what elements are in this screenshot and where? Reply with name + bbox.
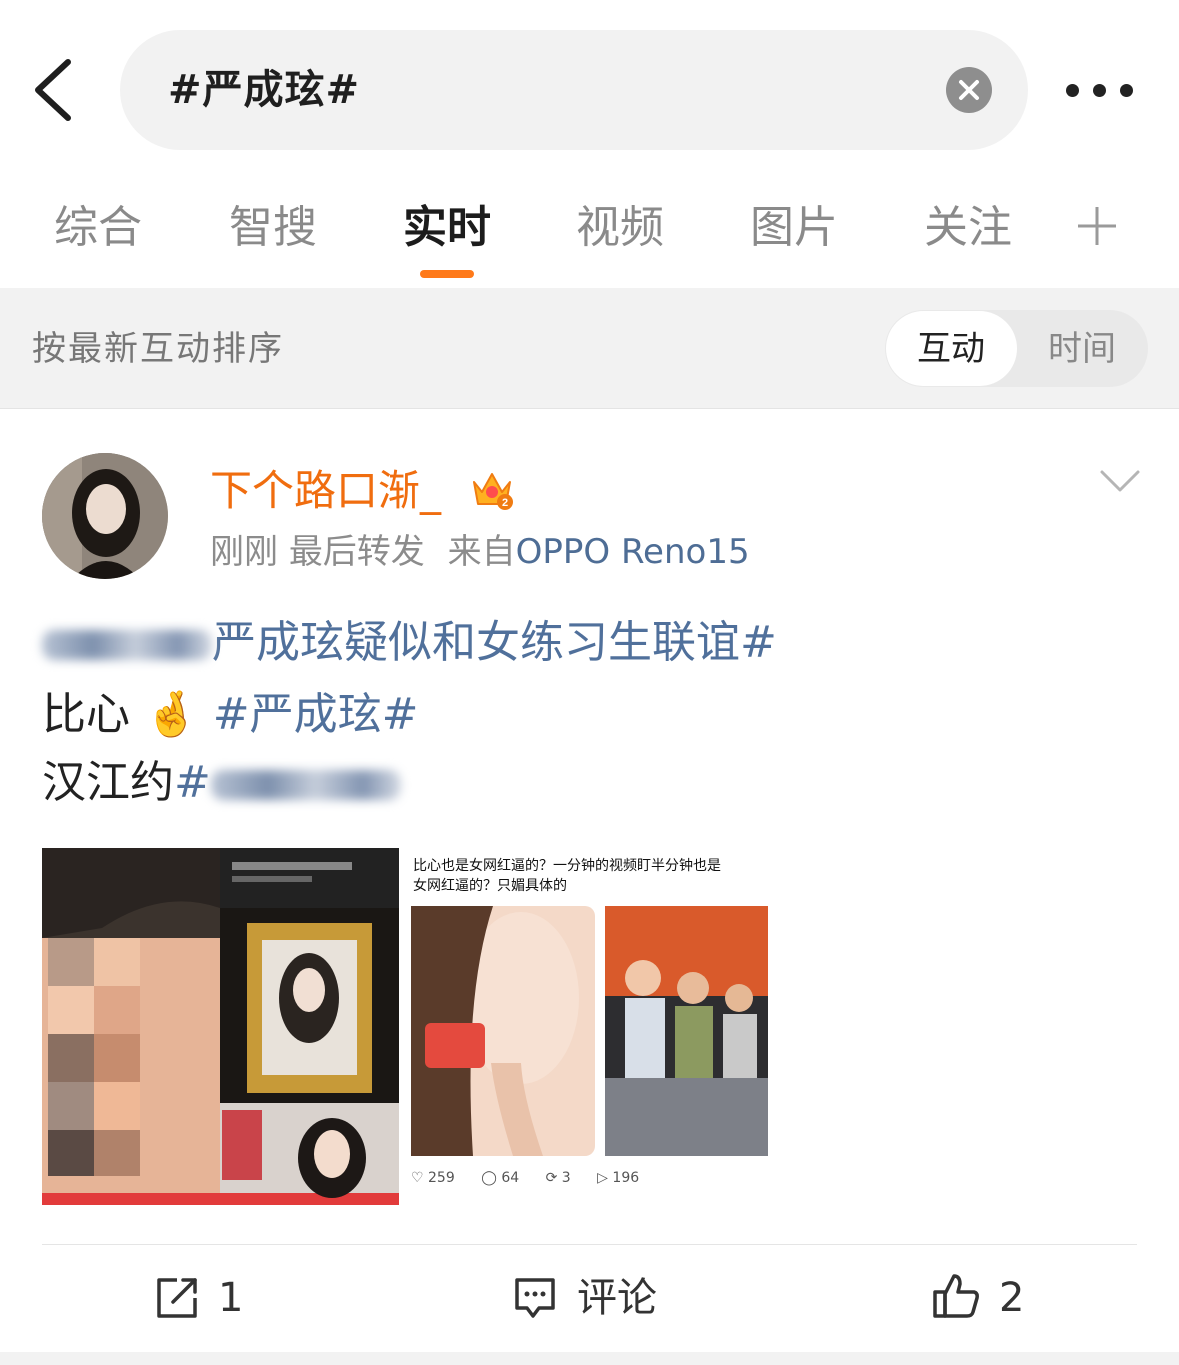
avatar[interactable] (42, 453, 168, 579)
username[interactable]: 下个路口渐_ (210, 462, 441, 520)
source-prefix: 来自 (447, 532, 516, 572)
sort-label: 按最新互动排序 (32, 329, 284, 369)
post-image-1[interactable] (42, 848, 399, 1205)
image-comment-icon: ◯ (481, 1170, 497, 1186)
post-image-2[interactable]: 比心也是女网红逼的？一分钟的视频盯半分钟也是 女网红逼的？只媚具体的 ♡ 259… (403, 848, 770, 1205)
sort-option-interaction[interactable]: 互动 (917, 326, 985, 372)
image-repost-icon: ⟳ (545, 1170, 558, 1186)
tab-video[interactable]: 视频 (576, 198, 664, 258)
topic-link-1[interactable]: 严成玹疑似和女练习生联谊# (212, 617, 777, 668)
crossed-fingers-emoji: 🤞 (144, 689, 199, 740)
like-thumb-icon[interactable] (932, 1272, 980, 1320)
image-share-icon: ▷ (597, 1170, 608, 1186)
tab-smart-search[interactable]: 智搜 (229, 198, 317, 258)
sort-option-time[interactable]: 时间 (1048, 326, 1116, 372)
post-action: 最后转发 (288, 532, 425, 572)
comment-icon[interactable] (513, 1276, 557, 1320)
back-arrow-icon[interactable] (30, 58, 80, 122)
post-text-line-1: 严成玹疑似和女练习生联谊# (42, 612, 777, 674)
like-count[interactable]: 2 (999, 1272, 1024, 1324)
image-heart-icon: ♡ (411, 1170, 424, 1186)
repost-count[interactable]: 1 (218, 1272, 243, 1324)
blurred-topic (210, 770, 401, 800)
divider (42, 1244, 1137, 1245)
post-text-line-3: 汉江约# (42, 752, 401, 814)
crown-badge-icon: 2 (473, 473, 513, 510)
source-device[interactable]: OPPO Reno15 (516, 532, 750, 572)
tab-comprehensive[interactable]: 综合 (54, 198, 142, 258)
post-text-han-river: 汉江约 (42, 757, 174, 808)
clear-search-icon[interactable] (946, 67, 992, 113)
post-time: 刚刚 (210, 532, 278, 572)
tab-images[interactable]: 图片 (750, 198, 838, 258)
blurred-topic (42, 630, 212, 660)
tab-following[interactable]: 关注 (924, 198, 1012, 258)
card-separator (0, 1352, 1179, 1365)
topic-link-3[interactable]: # (174, 757, 211, 808)
comment-label[interactable]: 评论 (577, 1272, 657, 1324)
add-tab-icon[interactable] (1076, 205, 1118, 247)
topic-link-2[interactable]: #严成玹# (213, 689, 419, 740)
svg-text:2: 2 (502, 497, 508, 509)
chevron-down-icon[interactable] (1098, 468, 1142, 494)
active-tab-indicator (420, 270, 474, 278)
repost-icon[interactable] (155, 1276, 199, 1320)
image-stats: ♡ 259 ◯ 64 ⟳ 3 ▷ 196 (411, 1170, 640, 1186)
search-query-text[interactable]: #严成玹# (168, 62, 360, 118)
more-options-icon[interactable] (1066, 78, 1138, 102)
post-text-heart: 比心 (42, 689, 130, 740)
tab-realtime[interactable]: 实时 (403, 198, 491, 258)
post-text-line-2: 比心 🤞 #严成玹# (42, 684, 419, 746)
post-meta: 刚刚 最后转发 来自OPPO Reno15 (210, 528, 750, 576)
